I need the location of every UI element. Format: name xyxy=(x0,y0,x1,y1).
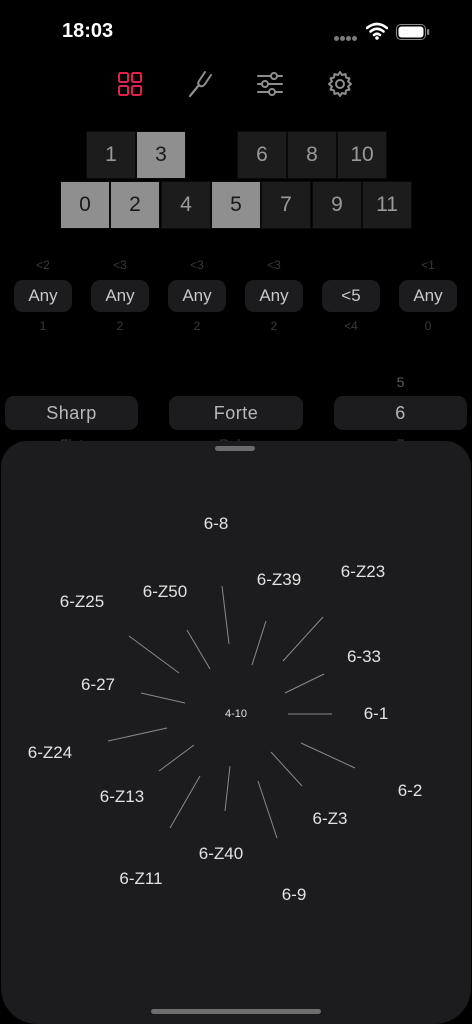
cellular-signal-icon xyxy=(334,28,360,41)
segment-above-2: 5 xyxy=(396,374,405,390)
pitch-key-11[interactable]: 11 xyxy=(362,181,412,229)
filter-picker-5[interactable]: Any xyxy=(399,280,457,312)
set-label[interactable]: 6-Z40 xyxy=(199,844,243,864)
filter-below-3: 2 xyxy=(270,319,278,333)
pitch-key-9[interactable]: 9 xyxy=(312,181,362,229)
set-label[interactable]: 6-1 xyxy=(364,704,389,724)
filter-above-3: <3 xyxy=(267,258,281,272)
sheet-grabber[interactable] xyxy=(215,446,255,451)
tuning-fork-icon xyxy=(188,71,212,98)
grid-view-button[interactable] xyxy=(110,64,150,104)
filter-picker-3[interactable]: Any xyxy=(245,280,303,312)
filter-above-0: <2 xyxy=(36,258,50,272)
bottom-sheet xyxy=(1,441,471,1024)
pitch-key-7[interactable]: 7 xyxy=(261,181,311,229)
filter-picker-1[interactable]: Any xyxy=(91,280,149,312)
pitch-key-2[interactable]: 2 xyxy=(110,181,160,229)
set-label[interactable]: 6-Z23 xyxy=(341,562,385,582)
filter-below-2: 2 xyxy=(193,319,201,333)
segment-picker-2[interactable]: 6 xyxy=(334,396,467,430)
set-label[interactable]: 6-Z13 xyxy=(100,787,144,807)
sliders-icon xyxy=(257,72,283,96)
pitch-key-8[interactable]: 8 xyxy=(287,131,337,179)
segment-picker-1[interactable]: Forte xyxy=(169,396,303,430)
pitch-key-5[interactable]: 5 xyxy=(211,181,261,229)
set-label[interactable]: 6-27 xyxy=(81,675,115,695)
filter-picker-2[interactable]: Any xyxy=(168,280,226,312)
set-label[interactable]: 6-Z24 xyxy=(28,743,72,763)
segment-picker-0[interactable]: Sharp xyxy=(5,396,138,430)
filter-picker-0[interactable]: Any xyxy=(14,280,72,312)
home-indicator xyxy=(151,1009,321,1014)
filter-above-2: <3 xyxy=(190,258,204,272)
filter-picker-4[interactable]: <5 xyxy=(322,280,380,312)
sliders-button[interactable] xyxy=(250,64,290,104)
pitch-key-0[interactable]: 0 xyxy=(60,181,110,229)
grid-icon xyxy=(118,72,142,96)
pitch-key-4[interactable]: 4 xyxy=(161,181,211,229)
filter-below-1: 2 xyxy=(116,319,124,333)
status-bar: 18:03 xyxy=(0,0,472,60)
filter-above-5: <1 xyxy=(421,258,435,272)
set-label[interactable]: 6-8 xyxy=(204,514,229,534)
set-label[interactable]: 6-33 xyxy=(347,647,381,667)
pitch-key-3[interactable]: 3 xyxy=(136,131,186,179)
filter-below-4: <4 xyxy=(344,319,358,333)
set-label[interactable]: 6-Z11 xyxy=(119,869,162,889)
filter-below-5: 0 xyxy=(424,319,432,333)
center-set-label: 4-10 xyxy=(224,708,248,720)
battery-icon xyxy=(396,24,430,40)
set-label[interactable]: 6-Z3 xyxy=(313,809,348,829)
set-label[interactable]: 6-2 xyxy=(398,781,423,801)
pitch-key-10[interactable]: 10 xyxy=(337,131,387,179)
set-label[interactable]: 6-Z39 xyxy=(257,570,301,590)
filter-above-1: <3 xyxy=(113,258,127,272)
set-label[interactable]: 6-Z50 xyxy=(143,582,187,602)
settings-button[interactable] xyxy=(320,64,360,104)
pitch-key-6[interactable]: 6 xyxy=(237,131,287,179)
gear-icon xyxy=(328,71,352,97)
set-label[interactable]: 6-Z25 xyxy=(60,592,104,612)
toolbar xyxy=(110,64,360,104)
tuning-fork-button[interactable] xyxy=(180,64,220,104)
wifi-icon xyxy=(366,22,388,40)
pitch-key-1[interactable]: 1 xyxy=(86,131,136,179)
set-label[interactable]: 6-9 xyxy=(282,885,307,905)
filter-below-0: 1 xyxy=(39,319,47,333)
status-time: 18:03 xyxy=(62,20,114,42)
